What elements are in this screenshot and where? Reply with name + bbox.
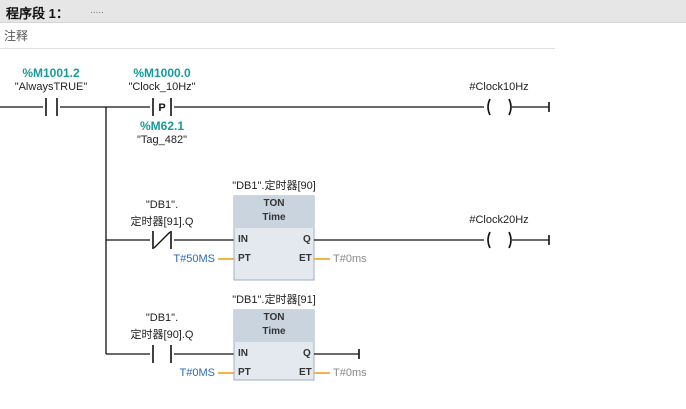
timer1-et-value[interactable]: T#0ms	[333, 253, 367, 265]
timer1-pin-in: IN	[238, 234, 248, 245]
contact4-tag-line2[interactable]: 定时器[90].Q	[131, 326, 194, 342]
contact-positive-edge[interactable]: P	[152, 98, 172, 116]
coil-clock20hz[interactable]	[487, 231, 512, 249]
edge-type-label: P	[158, 102, 165, 114]
contact2-address[interactable]: %M1000.0	[133, 66, 190, 80]
contact1-tag[interactable]: "AlwaysTRUE"	[15, 81, 88, 93]
timer2-type: TON	[263, 312, 285, 323]
contact-alwaystrue[interactable]	[45, 98, 58, 116]
contact3-tag-line1[interactable]: "DB1".	[146, 199, 178, 211]
timer2-instance[interactable]: "DB1".定时器[91]	[232, 291, 316, 307]
coil1-tag[interactable]: #Clock10Hz	[469, 81, 528, 93]
timer2-pin-q: Q	[303, 348, 311, 359]
timer1-subtype: Time	[262, 212, 286, 223]
edge-memory-tag[interactable]: "Tag_482"	[137, 134, 187, 146]
timer2-pt-value[interactable]: T#0MS	[180, 367, 215, 379]
timer1-pt-value[interactable]: T#50MS	[173, 253, 215, 265]
timer1-pin-q: Q	[303, 234, 311, 245]
timer1-pin-et: ET	[299, 253, 312, 264]
contact1-address[interactable]: %M1001.2	[22, 66, 79, 80]
contact-no-timer90-q[interactable]	[152, 345, 172, 363]
contact4-tag-line1[interactable]: "DB1".	[146, 312, 178, 324]
contact-nc-timer91-q[interactable]	[152, 231, 172, 249]
timer1-instance[interactable]: "DB1".定时器[90]	[232, 177, 316, 193]
contact3-tag-line2[interactable]: 定时器[91].Q	[131, 213, 194, 229]
coil2-tag[interactable]: #Clock20Hz	[469, 214, 528, 226]
ladder-diagram: P	[0, 98, 550, 381]
timer2-pin-in: IN	[238, 348, 248, 359]
contact2-tag[interactable]: "Clock_10Hz"	[128, 81, 195, 93]
timer2-subtype: Time	[262, 326, 286, 337]
timer2-pin-et: ET	[299, 367, 312, 378]
edge-memory-address[interactable]: %M62.1	[140, 119, 184, 133]
timer1-pin-pt: PT	[238, 253, 251, 264]
timer2-pin-pt: PT	[238, 367, 251, 378]
timer2-et-value[interactable]: T#0ms	[333, 367, 367, 379]
timer1-type: TON	[263, 198, 285, 209]
coil-clock10hz[interactable]	[487, 98, 512, 116]
